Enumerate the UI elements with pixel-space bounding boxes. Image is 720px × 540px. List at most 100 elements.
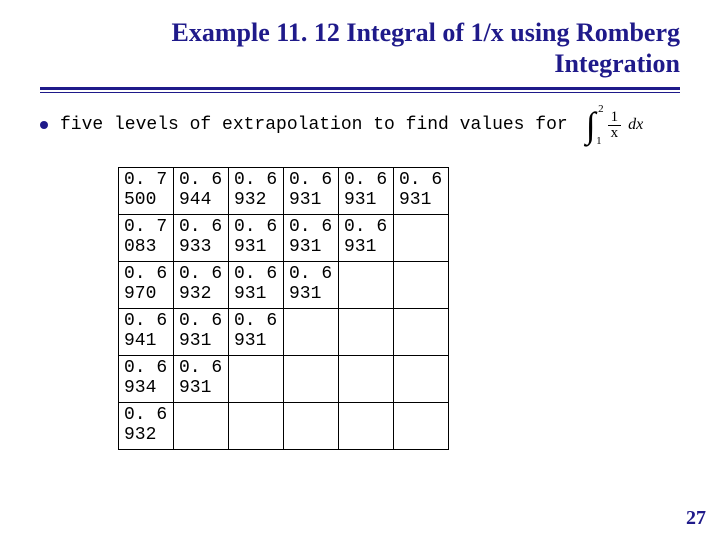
table-cell: 0. 6941 <box>119 309 174 356</box>
cell-line-2: 931 <box>344 238 388 258</box>
table-cell: 0. 6931 <box>229 309 284 356</box>
integral-symbol-wrap: ∫ 2 1 <box>586 107 596 143</box>
cell-line-1: 0. 6 <box>179 359 223 379</box>
cell-line-2: 931 <box>179 332 223 352</box>
table-cell <box>339 356 394 403</box>
table-row: 0. 75000. 69440. 69320. 69310. 69310. 69… <box>119 168 449 215</box>
integral-expression: ∫ 2 1 1 x dx <box>586 107 643 143</box>
cell-line-2: 931 <box>179 379 223 399</box>
cell-line-2: 083 <box>124 238 168 258</box>
cell-line-2: 932 <box>124 426 168 446</box>
title-line-2: Integration <box>140 49 680 80</box>
table-cell <box>394 262 449 309</box>
cell-line-1: 0. 6 <box>124 406 168 426</box>
table-cell <box>394 309 449 356</box>
table-cell <box>339 309 394 356</box>
integral-upper-limit: 2 <box>598 103 604 115</box>
cell-line-1: 0. 6 <box>124 312 168 332</box>
table-cell: 0. 6934 <box>119 356 174 403</box>
table-cell <box>339 403 394 450</box>
table-row: 0. 70830. 69330. 69310. 69310. 6931 <box>119 215 449 262</box>
table-cell: 0. 6931 <box>339 168 394 215</box>
table-cell <box>174 403 229 450</box>
cell-line-1: 0. 6 <box>234 265 278 285</box>
cell-line-1: 0. 6 <box>179 218 223 238</box>
cell-line-1: 0. 6 <box>124 359 168 379</box>
table-cell: 0. 6931 <box>229 262 284 309</box>
table-row: 0. 69700. 69320. 69310. 6931 <box>119 262 449 309</box>
page-number: 27 <box>686 507 706 530</box>
table-cell <box>229 403 284 450</box>
rule-thin <box>40 92 680 93</box>
cell-line-2: 933 <box>179 238 223 258</box>
table-cell: 0. 6931 <box>284 168 339 215</box>
table-cell: 0. 7500 <box>119 168 174 215</box>
table-cell <box>229 356 284 403</box>
table-cell: 0. 6932 <box>229 168 284 215</box>
table-cell <box>394 403 449 450</box>
cell-line-2: 934 <box>124 379 168 399</box>
table-cell: 0. 6931 <box>174 356 229 403</box>
rule-thick <box>40 87 680 90</box>
cell-line-1: 0. 6 <box>289 265 333 285</box>
table-cell <box>284 403 339 450</box>
integral-dx: dx <box>628 116 643 134</box>
table-cell: 0. 6931 <box>174 309 229 356</box>
table-cell <box>284 309 339 356</box>
bullet-dot-icon <box>40 121 48 129</box>
table-cell: 0. 6931 <box>229 215 284 262</box>
table-row: 0. 69410. 69310. 6931 <box>119 309 449 356</box>
table-cell: 0. 6933 <box>174 215 229 262</box>
integral-fraction: 1 x <box>608 110 622 141</box>
table-cell <box>394 356 449 403</box>
cell-line-2: 931 <box>234 238 278 258</box>
table-cell <box>284 356 339 403</box>
fraction-numerator: 1 <box>608 110 622 126</box>
cell-line-2: 500 <box>124 191 168 211</box>
cell-line-1: 0. 6 <box>179 171 223 191</box>
slide-body: five levels of extrapolation to find val… <box>0 93 720 450</box>
cell-line-2: 931 <box>344 191 388 211</box>
table-cell: 0. 6931 <box>394 168 449 215</box>
table-cell: 0. 6931 <box>284 215 339 262</box>
table-cell: 0. 6932 <box>119 403 174 450</box>
cell-line-2: 931 <box>234 332 278 352</box>
integral-lower-limit: 1 <box>596 135 602 147</box>
table-cell: 0. 6931 <box>339 215 394 262</box>
fraction-denominator: x <box>608 126 622 141</box>
title-rule <box>40 87 680 93</box>
cell-line-2: 931 <box>234 285 278 305</box>
bullet-item: five levels of extrapolation to find val… <box>40 107 680 143</box>
title-line-1: Example 11. 12 Integral of 1/x using Rom… <box>140 18 680 49</box>
cell-line-1: 0. 6 <box>124 265 168 285</box>
cell-line-1: 0. 6 <box>234 218 278 238</box>
cell-line-1: 0. 6 <box>234 171 278 191</box>
cell-line-2: 932 <box>234 191 278 211</box>
cell-line-2: 931 <box>289 238 333 258</box>
slide-title: Example 11. 12 Integral of 1/x using Rom… <box>0 0 720 83</box>
cell-line-1: 0. 6 <box>344 171 388 191</box>
cell-line-1: 0. 6 <box>289 171 333 191</box>
cell-line-1: 0. 6 <box>344 218 388 238</box>
table-cell: 0. 6931 <box>284 262 339 309</box>
table-cell <box>339 262 394 309</box>
cell-line-1: 0. 7 <box>124 171 168 191</box>
table-row: 0. 6932 <box>119 403 449 450</box>
romberg-tbody: 0. 75000. 69440. 69320. 69310. 69310. 69… <box>119 168 449 450</box>
slide: Example 11. 12 Integral of 1/x using Rom… <box>0 0 720 540</box>
table-cell <box>394 215 449 262</box>
cell-line-1: 0. 7 <box>124 218 168 238</box>
cell-line-2: 932 <box>179 285 223 305</box>
table-cell: 0. 6944 <box>174 168 229 215</box>
cell-line-1: 0. 6 <box>179 312 223 332</box>
cell-line-2: 931 <box>289 285 333 305</box>
cell-line-1: 0. 6 <box>179 265 223 285</box>
table-row: 0. 69340. 6931 <box>119 356 449 403</box>
cell-line-2: 970 <box>124 285 168 305</box>
cell-line-2: 941 <box>124 332 168 352</box>
cell-line-1: 0. 6 <box>399 171 443 191</box>
cell-line-1: 0. 6 <box>234 312 278 332</box>
bullet-text: five levels of extrapolation to find val… <box>60 115 568 135</box>
integral-sign-icon: ∫ <box>586 107 596 143</box>
romberg-table: 0. 75000. 69440. 69320. 69310. 69310. 69… <box>118 167 449 450</box>
